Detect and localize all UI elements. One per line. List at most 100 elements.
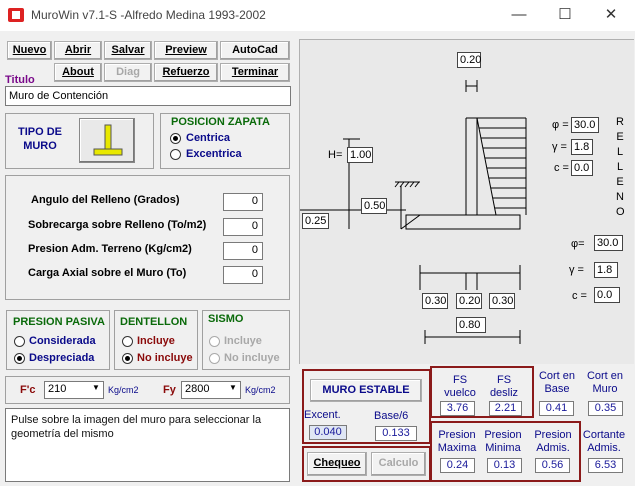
dentellon-no-incluye-label: No incluye [137, 352, 193, 364]
toe-depth-value: 0.50 [361, 198, 387, 214]
autocad-button[interactable]: AutoCad [220, 41, 290, 60]
dim-mid-value: 0.20 [456, 293, 482, 309]
presion-maxima-value: 0.24 [440, 458, 475, 473]
title-bar: MuroWin v7.1-S -Alfredo Medina 1993-2002… [0, 0, 635, 31]
fs-vuelco-label: FS vuelco [444, 374, 476, 399]
cort-base-label: Cort en Base [538, 370, 576, 395]
titulo-input[interactable]: Muro de Contención [5, 86, 291, 106]
excentrica-radio[interactable] [170, 149, 181, 160]
dentellon-title: DENTELLON [120, 316, 188, 328]
sismo-no-incluye-radio[interactable] [209, 353, 220, 364]
fc-label: F'c [20, 384, 36, 396]
gamma2-label: γ = [569, 264, 584, 276]
salvar-button[interactable]: Salvar [104, 41, 152, 60]
cort-muro-label: Cort en Muro [586, 370, 624, 395]
fc-dropdown-icon[interactable]: ▼ [92, 383, 100, 392]
dentellon-no-incluye-radio[interactable] [122, 353, 133, 364]
excent-value: 0.040 [309, 425, 347, 440]
phi-label: φ = [552, 119, 569, 131]
tipo-muro-label-line1: TIPO DE [18, 126, 63, 138]
sobrecarga-input[interactable]: 0 [223, 218, 263, 236]
fc-unit: Kg/cm2 [108, 385, 139, 395]
dentellon-incluye-label: Incluye [137, 335, 175, 347]
presion-minima-value: 0.13 [487, 458, 522, 473]
minimize-button[interactable]: — [496, 0, 542, 31]
titulo-label: Titulo [5, 74, 35, 86]
base6-value: 0.133 [375, 426, 417, 441]
phi2-value: 30.0 [594, 235, 623, 251]
calculo-button[interactable]: Calculo [371, 452, 426, 476]
dentellon-group: DENTELLON Incluye No incluye [114, 310, 198, 370]
presion-pasiva-group: PRESION PASIVA Considerada Despreciada [6, 310, 110, 370]
fy-dropdown-icon[interactable]: ▼ [229, 383, 237, 392]
abrir-button[interactable]: Abrir [54, 41, 102, 60]
sismo-incluye-radio[interactable] [209, 336, 220, 347]
tipo-muro-group: TIPO DE MURO [5, 113, 154, 169]
presion-adm-input[interactable]: 0 [223, 242, 263, 260]
carga-axial-label: Carga Axial sobre el Muro (To) [28, 267, 187, 279]
cort-base-value: 0.41 [539, 401, 574, 416]
dim-total-value: 0.80 [456, 317, 486, 333]
app-icon [8, 8, 24, 22]
centrica-radio[interactable] [170, 133, 181, 144]
excent-label: Excent. [304, 409, 341, 421]
fy-unit: Kg/cm2 [245, 385, 276, 395]
fs-vuelco-value: 3.76 [440, 401, 475, 416]
tipo-muro-label: TIPO DE MURO [18, 125, 62, 153]
parametros-group: Angulo del Relleno (Grados) 0 Sobrecarga… [5, 175, 290, 300]
wall-type-icon [93, 124, 123, 156]
posicion-zapata-title: POSICION ZAPATA [171, 116, 270, 128]
gamma-value: 1.8 [571, 139, 593, 155]
posicion-zapata-group: POSICION ZAPATA Centrica Excentrica [160, 113, 290, 169]
cortante-admis-label: Cortante Admis. [582, 429, 626, 454]
despreciada-radio[interactable] [14, 353, 25, 364]
about-button[interactable]: About [54, 63, 102, 82]
top-width-value: 0.20 [457, 52, 481, 68]
terminar-button[interactable]: Terminar [220, 63, 290, 82]
dim-left-value: 0.30 [422, 293, 448, 309]
phi2-label: φ= [571, 238, 585, 250]
sismo-no-incluye-label: No incluye [224, 352, 280, 364]
presion-pasiva-title: PRESION PASIVA [13, 316, 105, 328]
c-value: 0.0 [571, 160, 593, 176]
carga-axial-input[interactable]: 0 [223, 266, 263, 284]
height-value: 1.00 [347, 147, 373, 163]
footing-thickness-value: 0.25 [302, 213, 329, 229]
angulo-relleno-label: Angulo del Relleno (Grados) [31, 194, 180, 206]
sismo-group: SISMO Incluye No incluye [202, 310, 290, 370]
diag-button[interactable]: Diag [104, 63, 152, 82]
fs-desliz-value: 2.21 [489, 401, 522, 416]
centrica-label: Centrica [186, 132, 231, 144]
close-button[interactable]: ✕ [588, 0, 634, 31]
sismo-incluye-label: Incluye [224, 335, 262, 347]
dim-right-value: 0.30 [489, 293, 515, 309]
cortante-admis-value: 6.53 [588, 458, 623, 473]
nuevo-button[interactable]: Nuevo [7, 41, 52, 60]
chequeo-button[interactable]: Chequeo [307, 452, 367, 476]
muro-estable-button[interactable]: MURO ESTABLE [310, 379, 422, 402]
c2-value: 0.0 [594, 287, 620, 303]
wall-type-button[interactable] [79, 118, 135, 163]
cort-muro-value: 0.35 [588, 401, 623, 416]
height-label: H= [328, 149, 343, 161]
base6-label: Base/6 [374, 410, 409, 422]
presion-maxima-label: Presion Maxima [437, 429, 477, 454]
wall-diagram[interactable]: 0.20 H= 1.00 0.25 0.50 φ = 30.0 γ = 1.8 … [299, 39, 634, 364]
excentrica-label: Excentrica [186, 148, 242, 160]
c-label: c = [554, 162, 569, 174]
maximize-button[interactable]: ☐ [542, 0, 588, 31]
sobrecarga-label: Sobrecarga sobre Relleno (To/m2) [28, 219, 207, 231]
sismo-title: SISMO [208, 313, 244, 325]
gamma2-value: 1.8 [594, 262, 618, 278]
presion-admis-value: 0.56 [535, 458, 570, 473]
relleno-label: R E L L E N O [616, 116, 625, 218]
angulo-relleno-input[interactable]: 0 [223, 193, 263, 211]
considerada-radio[interactable] [14, 336, 25, 347]
despreciada-label: Despreciada [29, 352, 95, 364]
preview-button[interactable]: Preview [154, 41, 218, 60]
fy-label: Fy [163, 384, 176, 396]
dentellon-incluye-radio[interactable] [122, 336, 133, 347]
gamma-label: γ = [552, 141, 567, 153]
tipo-muro-label-line2: MURO [23, 140, 57, 152]
refuerzo-button[interactable]: Refuerzo [154, 63, 218, 82]
